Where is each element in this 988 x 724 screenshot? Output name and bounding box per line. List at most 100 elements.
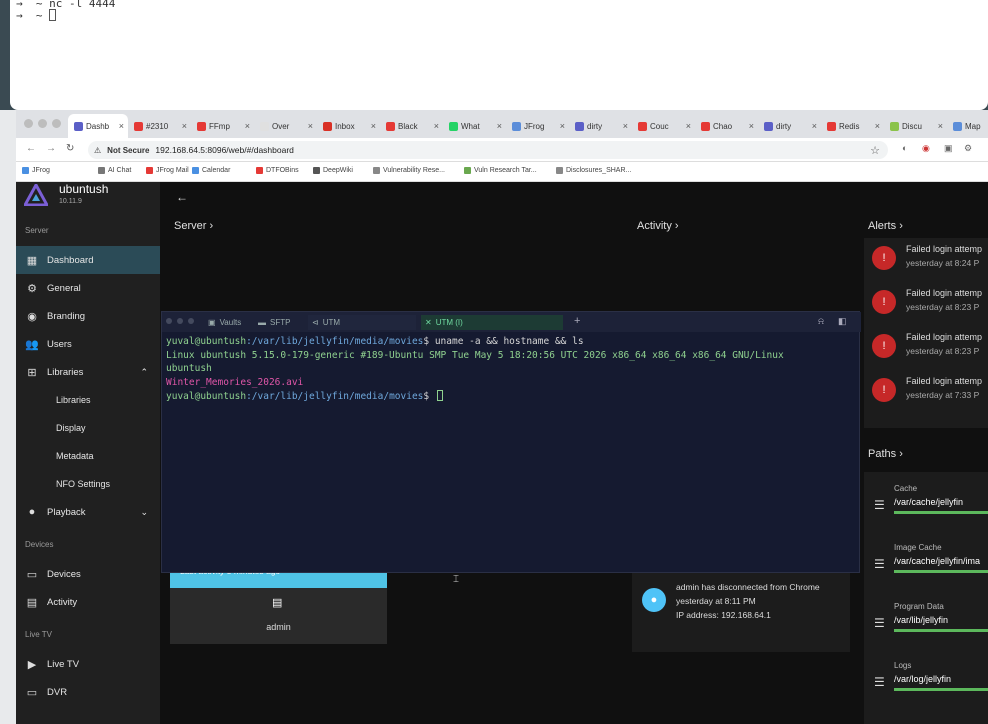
alerts-section-title[interactable]: Alerts › (868, 220, 903, 232)
window-close-button[interactable] (24, 119, 33, 128)
browser-tab[interactable]: Black × (380, 114, 443, 138)
bookmark-item[interactable]: AI Chat (98, 167, 131, 174)
window-maximize-button[interactable] (188, 318, 194, 324)
browser-tab[interactable]: Discu × (884, 114, 947, 138)
bookmark-label: JFrog (32, 167, 50, 174)
window-minimize-button[interactable] (38, 119, 47, 128)
close-icon[interactable]: × (434, 121, 439, 131)
tab-favicon-icon (638, 121, 647, 131)
terminal-line: Linux ubuntush 5.15.0-179-generic #189-U… (166, 350, 784, 361)
sidebar-item-libraries[interactable]: ⊞ Libraries ⌃ (16, 358, 160, 386)
browser-tab[interactable]: Couc × (632, 114, 695, 138)
sidebar-item-playback[interactable]: ● Playback ⌄ (16, 498, 160, 526)
browser-tab[interactable]: #2310 × (128, 114, 191, 138)
browser-tab[interactable]: dirty × (758, 114, 821, 138)
browser-tab[interactable]: Map× (947, 114, 988, 138)
extension-icon[interactable]: ◉ (922, 143, 930, 154)
terminal-tab-sftp[interactable]: ▬ SFTP (254, 315, 302, 330)
forward-arrow-icon[interactable]: → (46, 143, 56, 154)
close-icon[interactable]: × (686, 121, 691, 131)
alert-item[interactable]: ! Failed login attemp yesterday at 8:23 P (864, 282, 988, 326)
alert-item[interactable]: ! Failed login attemp yesterday at 7:33 P (864, 370, 988, 414)
close-icon[interactable]: × (371, 121, 376, 131)
bookmark-item[interactable]: DTFOBins (256, 167, 299, 174)
bookmark-star-icon[interactable]: ☆ (870, 144, 880, 157)
bookmark-item[interactable]: Vulnerability Rese... (373, 167, 445, 174)
reload-icon[interactable]: ↻ (66, 143, 74, 154)
sidebar-item-general[interactable]: ⚙ General (16, 274, 160, 302)
sidebar-item-activity[interactable]: ▤ Activity (16, 588, 160, 616)
browser-tab[interactable]: What × (443, 114, 506, 138)
close-icon[interactable]: × (938, 121, 943, 131)
terminal-tab-utm[interactable]: ⊲ UTM (308, 315, 416, 330)
close-icon[interactable]: × (308, 121, 313, 131)
close-icon[interactable]: × (497, 121, 502, 131)
back-arrow-icon[interactable]: ← (26, 143, 36, 154)
sidebar-item-dvr[interactable]: ▭ DVR (16, 678, 160, 706)
close-icon[interactable]: × (875, 121, 880, 131)
activity-section-title[interactable]: Activity › (637, 220, 679, 232)
close-icon[interactable]: × (182, 121, 187, 131)
bell-icon[interactable]: ⍾ (818, 316, 824, 327)
sidebar-subitem-metadata[interactable]: Metadata (16, 442, 160, 470)
tab-favicon-icon (701, 121, 710, 131)
add-tab-button[interactable]: + (574, 315, 580, 327)
bookmark-label: JFrog Mail (156, 167, 189, 174)
close-icon[interactable]: × (749, 121, 754, 131)
message-icon[interactable]: ▤ (272, 596, 282, 609)
activity-item[interactable]: ● admin has disconnected from Chrome yeste… (632, 578, 850, 634)
sidebar-item-users[interactable]: 👥 Users (16, 330, 160, 358)
window-minimize-button[interactable] (177, 318, 183, 324)
bookmark-item[interactable]: DeepWiki (313, 167, 353, 174)
window-close-button[interactable] (166, 318, 172, 324)
close-icon[interactable]: × (119, 121, 124, 131)
library-add-icon: ⊞ (27, 366, 37, 379)
close-icon[interactable]: × (623, 121, 628, 131)
tab-label: Discu (902, 121, 923, 131)
browser-tab[interactable]: dirty × (569, 114, 632, 138)
alert-item[interactable]: ! Failed login attemp yesterday at 8:24 P (864, 238, 988, 282)
bookmark-item[interactable]: JFrog (22, 167, 50, 174)
server-section-title[interactable]: Server › (174, 220, 213, 232)
browser-tab[interactable]: JFrog × (506, 114, 569, 138)
back-arrow-icon[interactable]: ← (176, 190, 188, 204)
extension-icon[interactable]: ▣ (944, 143, 953, 154)
tab-label: Black (398, 121, 418, 131)
browser-tab[interactable]: Over × (254, 114, 317, 138)
bookmark-item[interactable]: Vuln Research Tar... (464, 167, 537, 174)
browser-tab[interactable]: Dashb × (68, 114, 128, 138)
tab-favicon-icon (260, 121, 269, 131)
settings-icon[interactable]: ⚙ (964, 143, 972, 154)
sidebar-item-dashboard[interactable]: ▦ Dashboard (16, 246, 160, 274)
section-heading-server: Server (25, 226, 49, 235)
close-icon[interactable]: ✕ (425, 318, 432, 327)
terminal-tab-utm-active[interactable]: ✕ UTM (I) (421, 315, 563, 330)
window-maximize-button[interactable] (52, 119, 61, 128)
browser-tab[interactable]: FFmp × (191, 114, 254, 138)
extension-icon[interactable]: ◐ (902, 143, 907, 153)
close-icon[interactable]: × (245, 121, 250, 131)
sidebar-subitem-display[interactable]: Display (16, 414, 160, 442)
close-icon[interactable]: × (560, 121, 565, 131)
paths-section-title[interactable]: Paths › (868, 448, 903, 460)
bookmark-item[interactable]: Disclosures_SHAR... (556, 167, 631, 174)
browser-tab[interactable]: Inbox × (317, 114, 380, 138)
browser-tab[interactable]: Chao × (695, 114, 758, 138)
sidebar-item-branding[interactable]: ◉ Branding (16, 302, 160, 330)
path-label: Logs (894, 661, 912, 670)
alert-item[interactable]: ! Failed login attemp yesterday at 8:23 P (864, 326, 988, 370)
browser-tab[interactable]: Redis × (821, 114, 884, 138)
sidebar-subitem-libraries[interactable]: Libraries (16, 386, 160, 414)
sidebar-item-live-tv[interactable]: ▶ Live TV (16, 650, 160, 678)
close-icon[interactable]: × (812, 121, 817, 131)
tab-favicon-icon (953, 121, 962, 131)
terminal-tab-vaults[interactable]: ▣ Vaults (204, 315, 248, 330)
sidebar-subitem-nfo-settings[interactable]: NFO Settings (16, 470, 160, 498)
bookmark-item[interactable]: Calendar (192, 167, 230, 174)
url-field[interactable]: ⚠ Not Secure 192.168.64.5:8096/web/#/das… (88, 141, 888, 159)
bookmark-item[interactable]: JFrog Mail (146, 167, 189, 174)
server-version: 10.11.9 (59, 198, 82, 205)
terminal-window[interactable]: ▣ Vaults ▬ SFTP ⊲ UTM ✕ UTM (I) + ⍾ ◧ yuval@… (161, 311, 861, 573)
sidebar-item-devices[interactable]: ▭ Devices (16, 560, 160, 588)
sidebar-toggle-icon[interactable]: ◧ (838, 316, 847, 327)
